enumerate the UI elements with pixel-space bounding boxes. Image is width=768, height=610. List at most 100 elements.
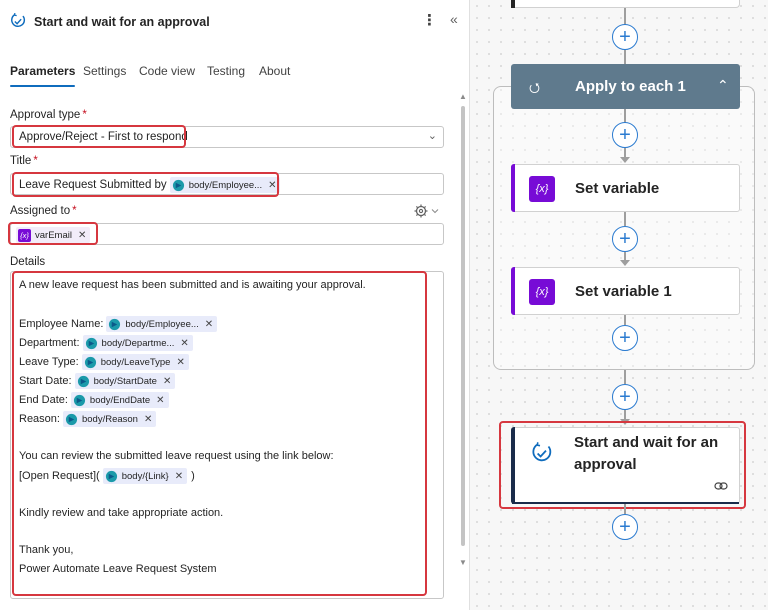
title-label-text: Title [10, 155, 32, 167]
arrow-icon [620, 260, 630, 266]
details-row: Reason: body/Reason ✕ [19, 411, 157, 427]
details-line: Thank you, [19, 544, 74, 556]
dynamic-token[interactable]: body/Employee... ✕ [169, 177, 281, 193]
scroll-thumb[interactable] [461, 106, 465, 546]
remove-token-icon[interactable]: ✕ [144, 414, 152, 425]
row-label: Department: [19, 337, 80, 349]
dynamic-token[interactable]: body/LeaveType ✕ [81, 354, 189, 370]
row-label: Start Date: [19, 375, 72, 387]
remove-token-icon[interactable]: ✕ [175, 471, 183, 482]
title-input[interactable]: Leave Request Submitted by body/Employee… [10, 173, 444, 195]
plus-icon[interactable]: + [612, 226, 638, 252]
dynamic-token[interactable]: body/Departme... ✕ [82, 335, 193, 351]
plus-icon[interactable]: + [612, 122, 638, 148]
details-row: Employee Name: body/Employee... ✕ [19, 316, 218, 332]
set-variable-title: Set variable [575, 180, 660, 197]
token-label: body/{Link} [121, 470, 169, 482]
assigned-to-input[interactable]: {x} varEmail ✕ [10, 223, 444, 245]
variable-token[interactable]: {x} varEmail ✕ [16, 227, 91, 243]
details-line: You can review the submitted leave reque… [19, 450, 334, 462]
tab-about[interactable]: About [259, 64, 290, 78]
plus-icon[interactable]: + [612, 24, 638, 50]
remove-token-icon[interactable]: ✕ [205, 319, 213, 330]
tab-testing[interactable]: Testing [207, 64, 245, 78]
arrow-icon [620, 157, 630, 163]
link-prefix: [Open Request]( [19, 470, 100, 482]
remove-token-icon[interactable]: ✕ [78, 230, 86, 241]
scroll-up-icon[interactable]: ▲ [459, 92, 467, 101]
dynamic-token[interactable]: body/{Link} ✕ [102, 468, 188, 484]
connector-line [624, 504, 626, 514]
tab-code-view[interactable]: Code view [139, 64, 195, 78]
approval-type-select[interactable]: Approve/Reject - First to respond ⌄ [10, 126, 444, 148]
approval-card-title: Start and wait for an approval [574, 434, 719, 473]
dynamic-token[interactable]: body/Reason ✕ [62, 411, 157, 427]
gear-icon[interactable] [413, 203, 443, 219]
scroll-down-icon[interactable]: ▼ [459, 558, 467, 567]
row-label: Employee Name: [19, 318, 104, 330]
details-line: Kindly review and take appropriate actio… [19, 507, 224, 519]
title-text: Leave Request Submitted by [19, 179, 167, 191]
more-icon[interactable]: ⋮ [422, 11, 437, 29]
remove-token-icon[interactable]: ✕ [176, 357, 184, 368]
dynamic-token[interactable]: body/StartDate ✕ [74, 373, 176, 389]
set-variable-1-card[interactable]: {x} Set variable 1 [511, 267, 740, 315]
dataverse-icon [105, 470, 117, 482]
tab-parameters[interactable]: Parameters [10, 64, 76, 87]
details-line: A new leave request has been submitted a… [19, 279, 366, 291]
assigned-to-content: {x} varEmail ✕ [16, 227, 91, 243]
dataverse-icon [65, 413, 78, 425]
start-and-wait-approval-card[interactable]: Start and wait for an approval [511, 427, 740, 504]
token-label: body/StartDate [93, 375, 157, 387]
approval-icon [532, 442, 552, 462]
assigned-to-label: Assigned to * [10, 205, 77, 217]
approval-icon [11, 12, 26, 28]
link-suffix: ) [191, 470, 195, 482]
required-mark: * [72, 205, 77, 217]
chevron-down-icon: ⌄ [427, 130, 437, 142]
variable-icon: {x} [18, 228, 31, 242]
row-label: Reason: [19, 413, 60, 425]
dataverse-icon [85, 337, 97, 349]
token-label: body/LeaveType [100, 356, 171, 368]
tab-settings[interactable]: Settings [83, 64, 126, 78]
assigned-to-label-text: Assigned to [10, 205, 71, 217]
token-label: body/Departme... [101, 337, 175, 349]
set-variable-card[interactable]: {x} Set variable [511, 164, 740, 212]
details-row: Leave Type: body/LeaveType ✕ [19, 354, 189, 370]
collapse-icon[interactable]: « [450, 11, 458, 27]
panel-scrollbar[interactable]: ▲ ▼ [459, 92, 467, 572]
caret-up-icon[interactable]: ⌃ [717, 77, 729, 94]
details-label: Details [10, 256, 46, 268]
dataverse-icon [77, 375, 89, 387]
gear-icon-svg [414, 204, 439, 218]
dataverse-icon [84, 356, 96, 368]
row-label: Leave Type: [19, 356, 79, 368]
row-label: End Date: [19, 394, 68, 406]
previous-action-card[interactable] [511, 0, 740, 8]
plus-icon[interactable]: + [612, 384, 638, 410]
remove-token-icon[interactable]: ✕ [180, 338, 188, 349]
loop-icon: ⭯ [529, 80, 540, 95]
dynamic-token[interactable]: body/EndDate ✕ [70, 392, 169, 408]
approval-type-value: Approve/Reject - First to respond [19, 131, 188, 143]
details-row: Department: body/Departme... ✕ [19, 335, 193, 351]
dynamic-token[interactable]: body/Employee... ✕ [106, 316, 218, 332]
plus-icon[interactable]: + [612, 325, 638, 351]
remove-token-icon[interactable]: ✕ [163, 376, 171, 387]
card-accent [511, 427, 515, 504]
remove-token-icon[interactable]: ✕ [156, 395, 164, 406]
apply-to-each-header[interactable]: ⭯ Apply to each 1 ⌃ [511, 64, 740, 109]
connector-line [624, 370, 626, 384]
dataverse-icon [109, 318, 121, 330]
connector-line [624, 109, 626, 123]
connector-line [624, 50, 626, 64]
details-editor[interactable]: A new leave request has been submitted a… [10, 271, 444, 599]
required-mark: * [33, 155, 38, 167]
card-accent [511, 164, 515, 212]
remove-token-icon[interactable]: ✕ [268, 180, 276, 191]
plus-icon[interactable]: + [612, 514, 638, 540]
token-label: body/Employee... [125, 318, 199, 330]
required-mark: * [82, 109, 87, 121]
apply-to-each-title: Apply to each 1 [575, 78, 686, 95]
